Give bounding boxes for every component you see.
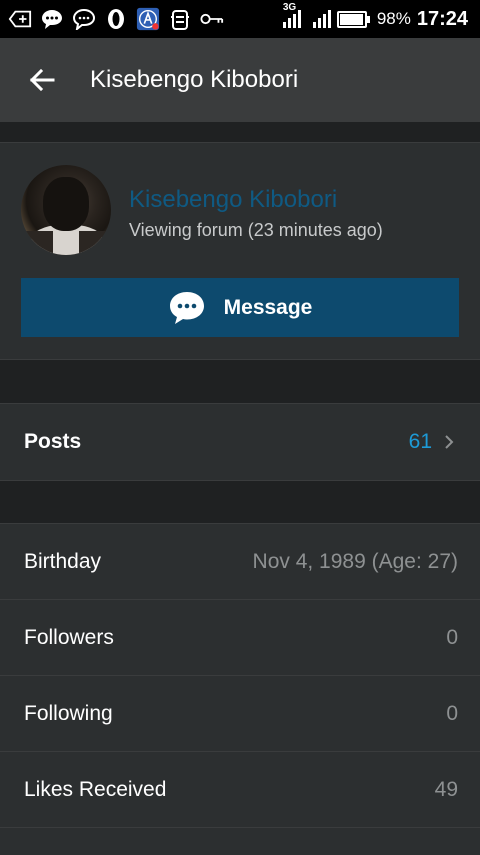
birthday-value: Nov 4, 1989 (Age: 27): [252, 549, 458, 573]
add-box-icon: [8, 7, 32, 31]
profile-name[interactable]: Kisebengo Kibobori: [129, 186, 337, 214]
followers-value: 0: [446, 625, 458, 649]
signal-icon: [312, 10, 331, 28]
robot-icon: [168, 7, 192, 31]
following-label: Following: [24, 701, 113, 725]
profile-status: Viewing forum (23 minutes ago): [129, 220, 383, 240]
list-item[interactable]: Followers 0: [0, 600, 480, 676]
section-divider: [0, 122, 480, 142]
posts-row[interactable]: Posts 61: [0, 403, 480, 481]
message-button-label: Message: [223, 295, 313, 319]
page-title: Kisebengo Kibobori: [90, 66, 299, 93]
battery-icon: [336, 10, 370, 28]
list-item: Likes Received 49: [0, 752, 480, 828]
profile-info-list: Birthday Nov 4, 1989 (Age: 27) Followers…: [0, 523, 480, 855]
status-bar-right: 3G 98% 17:24: [282, 2, 480, 31]
back-button[interactable]: [0, 38, 84, 122]
battery-percent: 98%: [376, 9, 411, 28]
notification-icons: [0, 7, 224, 31]
message-button[interactable]: Message: [21, 278, 459, 337]
network-type: 3G: [282, 2, 297, 13]
arrow-back-icon: [29, 68, 55, 92]
likes-received-value: 49: [434, 777, 458, 801]
app-a-icon: [136, 7, 160, 31]
followers-label: Followers: [24, 625, 114, 649]
list-item[interactable]: Following 0: [0, 676, 480, 752]
signal-icon: 3G: [282, 2, 301, 28]
birthday-label: Birthday: [24, 549, 102, 573]
clock: 17:24: [416, 7, 468, 30]
chat-outline-icon: [72, 7, 96, 31]
list-item: Birthday Nov 4, 1989 (Age: 27): [0, 524, 480, 600]
following-value: 0: [446, 701, 458, 725]
chat-bubble-icon: [40, 7, 64, 31]
profile-card: Kisebengo Kibobori Viewing forum (23 min…: [0, 142, 480, 360]
posts-label: Posts: [24, 430, 82, 453]
status-bar: 3G 98% 17:24: [0, 0, 480, 38]
posts-count: 61: [408, 430, 432, 453]
opera-icon: [104, 7, 128, 31]
likes-received-label: Likes Received: [24, 777, 167, 801]
chat-bubble-icon: [169, 291, 204, 324]
key-icon: [200, 7, 224, 31]
chevron-right-icon: [444, 435, 458, 449]
avatar[interactable]: [21, 165, 111, 255]
app-bar: Kisebengo Kibobori: [0, 38, 480, 122]
